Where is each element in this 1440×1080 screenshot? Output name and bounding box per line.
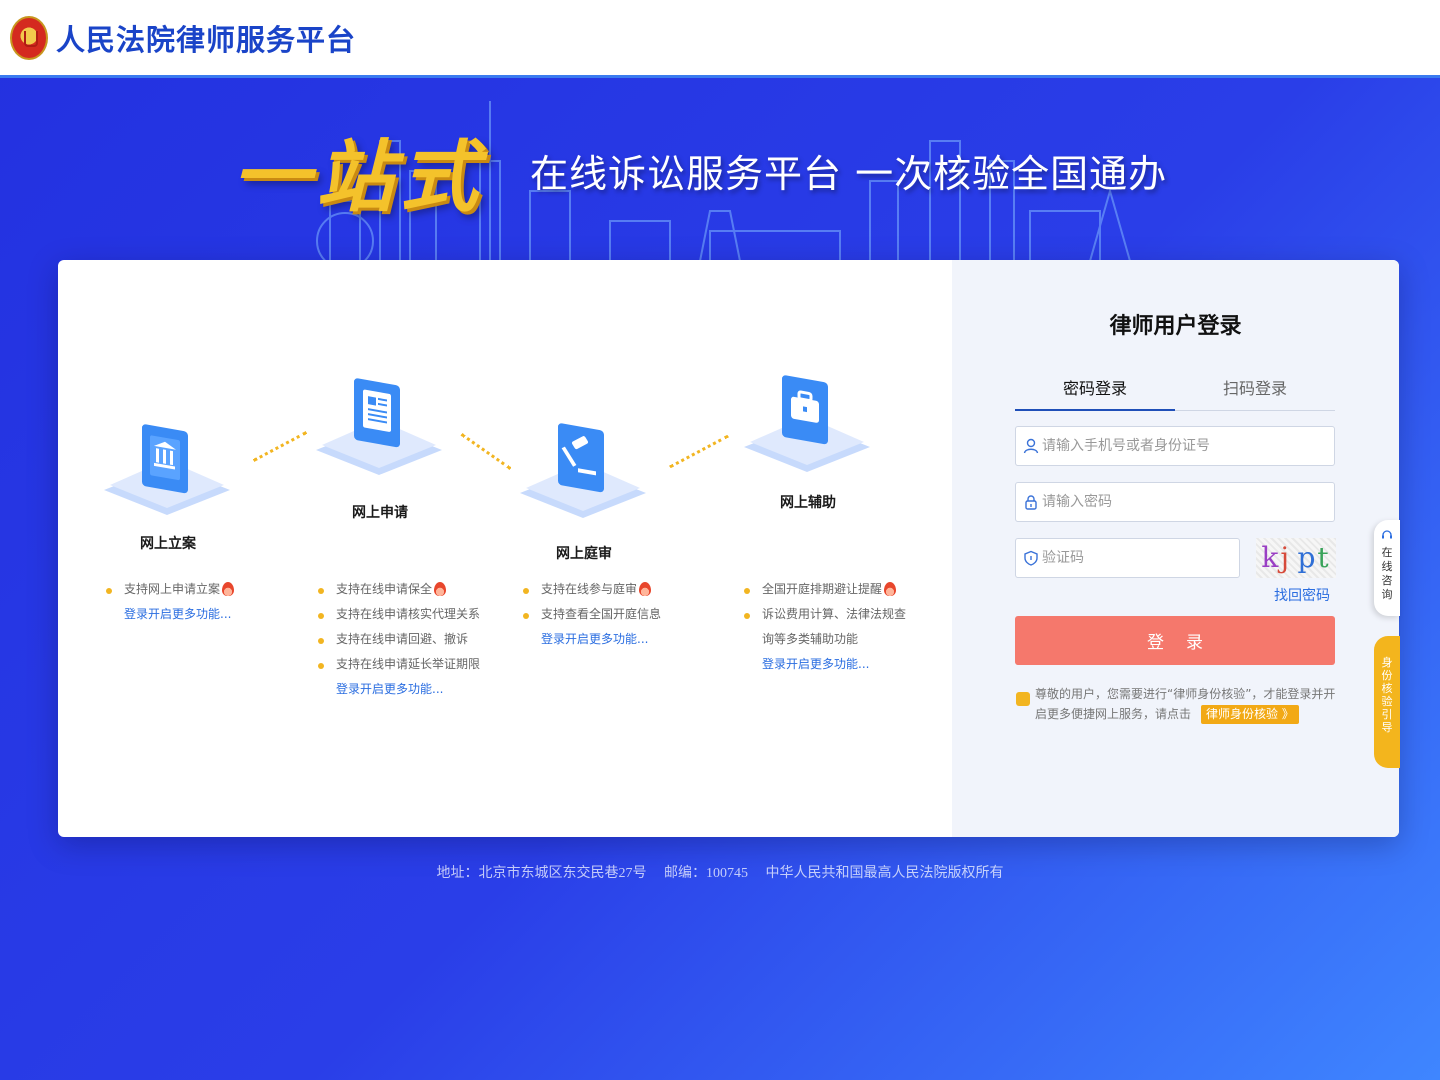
- captcha-field-wrapper: [1015, 538, 1240, 578]
- login-title: 律师用户登录: [1109, 314, 1242, 339]
- tab-qr-login[interactable]: 扫码登录: [1175, 375, 1335, 411]
- list-item: 支持网上申请立案: [106, 577, 235, 602]
- captcha-input[interactable]: [1042, 539, 1232, 577]
- list-item: 支持在线申请核实代理关系: [318, 602, 480, 627]
- list-item: 全国开庭排期避让提醒: [744, 577, 906, 602]
- tip-icon: [1016, 692, 1030, 706]
- forgot-password-link[interactable]: 找回密码: [1274, 585, 1330, 605]
- more-link-application[interactable]: 登录开启更多功能...: [336, 677, 480, 702]
- footer-copyright: 中华人民共和国最高人民法院版权所有: [765, 866, 1004, 881]
- headset-icon: [1382, 530, 1392, 539]
- feature-title-filing: 网上立案: [140, 536, 196, 552]
- footer-address: 地址：北京市东城区东交民巷27号: [436, 866, 647, 881]
- login-tabs: 密码登录 扫码登录: [1015, 375, 1335, 411]
- list-item: 支持查看全国开庭信息: [523, 602, 661, 627]
- hot-icon: [639, 582, 652, 596]
- court-emblem-icon: [10, 15, 48, 60]
- list-item: 支持在线申请保全: [318, 577, 480, 602]
- more-link-filing[interactable]: 登录开启更多功能...: [124, 602, 234, 627]
- connector-dash: [669, 434, 729, 469]
- list-item: 诉讼费用计算、法律法规查: [744, 602, 906, 627]
- more-link-trial[interactable]: 登录开启更多功能...: [541, 627, 661, 652]
- list-item: 支持在线参与庭审: [523, 577, 661, 602]
- slogan-subtitle: 在线诉讼服务平台 一次核验全国通办: [530, 152, 1168, 196]
- footer: 地址：北京市东城区东交民巷27号 邮编：100745 中华人民共和国最高人民法院…: [0, 862, 1440, 882]
- username-field-wrapper: [1015, 426, 1335, 466]
- list-item: 询等多类辅助功能: [762, 632, 859, 646]
- lock-icon: [1025, 495, 1037, 510]
- feature-title-application: 网上申请: [352, 505, 408, 521]
- user-icon: [1023, 438, 1039, 454]
- online-trial-gavel-icon: [520, 423, 646, 518]
- lawyer-verify-button[interactable]: 律师身份核验 》: [1201, 705, 1299, 724]
- slogan-big: 一站式: [232, 132, 485, 223]
- hot-icon: [222, 582, 235, 596]
- connector-dash: [460, 433, 512, 470]
- password-input[interactable]: [1042, 483, 1322, 521]
- verification-notice: 尊敬的用户，您需要进行“律师身份核验”，才能登录并开启更多便捷网上服务，请点击律…: [1035, 684, 1340, 724]
- feature-list-filing: 支持网上申请立案 登录开启更多功能...: [106, 577, 235, 627]
- captcha-image[interactable]: kj pt: [1256, 538, 1336, 578]
- tab-password-login[interactable]: 密码登录: [1015, 375, 1175, 411]
- list-item: 支持在线申请回避、撤诉: [318, 627, 480, 652]
- online-consult-label: 在线咨询: [1381, 546, 1393, 601]
- feature-list-application: 支持在线申请保全 支持在线申请核实代理关系 支持在线申请回避、撤诉 支持在线申请…: [318, 577, 480, 702]
- password-field-wrapper: [1015, 482, 1335, 522]
- username-input[interactable]: [1042, 427, 1322, 465]
- identity-guide-label: 身份核验引导: [1381, 656, 1393, 734]
- login-button[interactable]: 登录: [1015, 616, 1335, 665]
- online-consult-tab[interactable]: 在线咨询: [1374, 520, 1400, 616]
- online-assist-briefcase-icon: [744, 375, 870, 472]
- feature-list-assist: 全国开庭排期避让提醒 诉讼费用计算、法律法规查 询等多类辅助功能 登录开启更多功…: [744, 577, 906, 677]
- connector-dash: [252, 431, 308, 462]
- main-card: 网上立案 支持网上申请立案 登录开启更多功能... 网上申请 支持在线申请保全 …: [58, 260, 1399, 837]
- site-title: 人民法院律师服务平台: [56, 22, 357, 57]
- hot-icon: [884, 582, 897, 596]
- top-header: 人民法院律师服务平台: [0, 0, 1440, 78]
- case-filing-icon: [104, 424, 230, 515]
- banner: 一站式 在线诉讼服务平台 一次核验全国通办: [0, 81, 1440, 261]
- hot-icon: [434, 582, 447, 596]
- footer-postcode: 邮编：100745: [664, 866, 748, 881]
- identity-guide-tab[interactable]: 身份核验引导: [1374, 636, 1400, 768]
- shield-icon: [1024, 550, 1038, 566]
- online-application-icon: [316, 378, 442, 475]
- feature-title-trial: 网上庭审: [556, 546, 612, 562]
- feature-title-assist: 网上辅助: [780, 495, 836, 511]
- list-item: 支持在线申请延长举证期限: [318, 652, 480, 677]
- feature-list-trial: 支持在线参与庭审 支持查看全国开庭信息 登录开启更多功能...: [523, 577, 661, 652]
- more-link-assist[interactable]: 登录开启更多功能...: [762, 652, 906, 677]
- login-panel: 律师用户登录 密码登录 扫码登录 请输入手机号或者身份证号 验证码 kj pt …: [952, 260, 1399, 837]
